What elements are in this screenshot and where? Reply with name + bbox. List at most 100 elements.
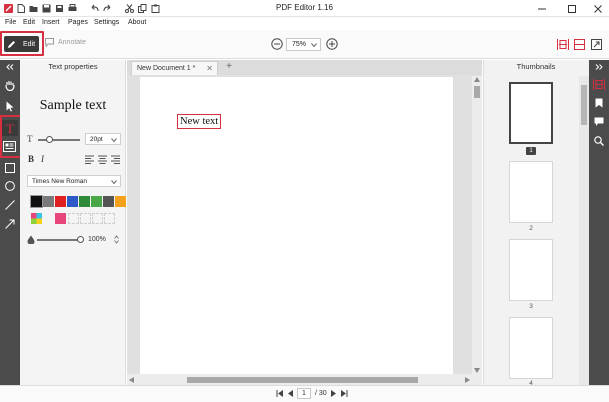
empty-color-slot[interactable]	[92, 213, 103, 224]
scroll-left-arrow[interactable]	[129, 377, 134, 383]
scroll-right-arrow[interactable]	[465, 377, 470, 383]
triangle-down-icon	[474, 368, 480, 373]
minimize-button[interactable]	[530, 0, 554, 17]
color-swatch[interactable]	[91, 196, 102, 207]
rectangle-tool[interactable]	[5, 163, 15, 173]
font-family-select[interactable]: Times New Roman	[27, 175, 121, 187]
fullscreen-button[interactable]	[591, 39, 602, 50]
comment-icon	[45, 38, 54, 47]
menu-pages[interactable]: Pages	[68, 19, 88, 26]
annotate-mode-label: Annotate	[58, 39, 87, 46]
menu-settings[interactable]: Settings	[94, 19, 119, 26]
color-swatch[interactable]	[67, 196, 78, 207]
align-left-button[interactable]	[85, 155, 94, 164]
menu-file[interactable]: File	[5, 19, 16, 26]
color-swatch[interactable]	[103, 196, 114, 207]
opacity-value[interactable]: 100%	[88, 236, 106, 243]
vertical-scroll-thumb[interactable]	[474, 86, 480, 98]
next-page-icon[interactable]	[330, 390, 337, 397]
zoom-out-button[interactable]	[271, 38, 283, 50]
current-color-swatch[interactable]	[55, 213, 66, 224]
tab-close-icon[interactable]: ✕	[206, 64, 213, 73]
empty-color-slot[interactable]	[68, 213, 79, 224]
current-page-input[interactable]: 1	[297, 388, 311, 399]
zoom-level-value: 75%	[292, 41, 307, 48]
maximize-button[interactable]	[560, 0, 584, 17]
fit-width-button[interactable]	[557, 39, 569, 50]
hand-icon	[5, 81, 15, 91]
text-box[interactable]: New text	[177, 114, 222, 129]
color-swatch[interactable]	[79, 196, 90, 207]
thumbnail-number-3: 3	[529, 303, 533, 310]
color-swatch[interactable]	[30, 195, 43, 208]
thumbnails-panel-button[interactable]	[593, 79, 605, 90]
collapse-panel-button[interactable]	[6, 64, 14, 70]
line-tool[interactable]	[5, 200, 15, 210]
font-size-select[interactable]: 20pt	[85, 133, 121, 145]
close-button[interactable]	[586, 0, 609, 17]
menu-insert[interactable]: Insert	[42, 19, 60, 26]
color-swatch[interactable]	[55, 196, 66, 207]
text-style-preview: Sample text	[39, 98, 107, 113]
horizontal-scroll-thumb[interactable]	[187, 377, 418, 383]
last-page-icon[interactable]	[340, 390, 348, 397]
thumbnails-scroll-thumb[interactable]	[581, 85, 587, 125]
align-center-button[interactable]	[98, 155, 107, 164]
document-tab[interactable]: New Document 1 * ✕	[131, 61, 218, 75]
zoom-level-select[interactable]: 75%	[286, 38, 321, 51]
font-size-slider-handle[interactable]	[46, 136, 53, 143]
fit-width-icon	[557, 39, 569, 50]
properties-panel-title: Text properties	[48, 62, 98, 71]
color-swatch[interactable]	[115, 196, 126, 207]
recent-colors	[68, 213, 115, 224]
menu-edit[interactable]: Edit	[23, 19, 35, 26]
bookmarks-panel-button[interactable]	[595, 98, 603, 108]
opacity-slider-track[interactable]	[37, 239, 81, 241]
thumbnail-page-2[interactable]	[509, 161, 553, 223]
thumbnail-number-1: 1	[526, 147, 536, 155]
thumbnail-page-1[interactable]	[509, 82, 553, 144]
hand-tool[interactable]	[5, 80, 15, 91]
fit-page-button[interactable]	[574, 39, 585, 50]
svg-text:T: T	[27, 134, 33, 143]
align-left-icon	[85, 155, 94, 164]
first-page-icon[interactable]	[276, 390, 283, 397]
ellipse-tool[interactable]	[5, 181, 15, 191]
spinner-arrows-icon	[114, 235, 119, 244]
font-size-slider-track[interactable]	[38, 139, 80, 141]
zoom-in-button[interactable]	[326, 38, 338, 50]
scroll-down-arrow[interactable]	[474, 368, 480, 373]
color-swatch[interactable]	[43, 196, 54, 207]
align-right-button[interactable]	[111, 155, 120, 164]
opacity-stepper[interactable]	[114, 235, 119, 244]
rectangle-icon	[5, 163, 15, 173]
chevron-down-icon	[111, 180, 117, 185]
expand-panel-button[interactable]	[595, 64, 603, 70]
thumbnail-page-4[interactable]	[509, 317, 553, 379]
arrow-tool[interactable]	[5, 219, 15, 229]
custom-color-button[interactable]	[31, 213, 42, 224]
new-tab-button[interactable]: +	[221, 61, 237, 74]
thumbnails-icon	[593, 79, 605, 90]
previous-page-icon[interactable]	[287, 390, 293, 397]
fit-page-icon	[574, 39, 585, 50]
thumbnail-page-3[interactable]	[509, 239, 553, 301]
menu-about[interactable]: About	[128, 19, 146, 26]
opacity-slider-handle[interactable]	[77, 236, 84, 243]
align-center-icon	[98, 155, 107, 164]
zoom-in-icon	[326, 38, 338, 50]
italic-button[interactable]: I	[41, 154, 44, 164]
annotate-mode-button[interactable]: Annotate	[45, 38, 86, 47]
vertical-scrollbar[interactable]	[472, 76, 482, 374]
empty-color-slot[interactable]	[104, 213, 115, 224]
double-chevron-left-icon	[6, 64, 14, 70]
bold-button[interactable]: B	[28, 154, 34, 164]
chevron-down-icon	[111, 138, 117, 143]
empty-color-slot[interactable]	[80, 213, 91, 224]
select-tool[interactable]	[6, 101, 14, 112]
color-palette	[30, 195, 126, 208]
comments-panel-button[interactable]	[594, 117, 604, 127]
scroll-up-arrow[interactable]	[474, 77, 480, 82]
search-panel-button[interactable]	[594, 136, 604, 146]
cursor-arrow-icon	[6, 101, 14, 112]
